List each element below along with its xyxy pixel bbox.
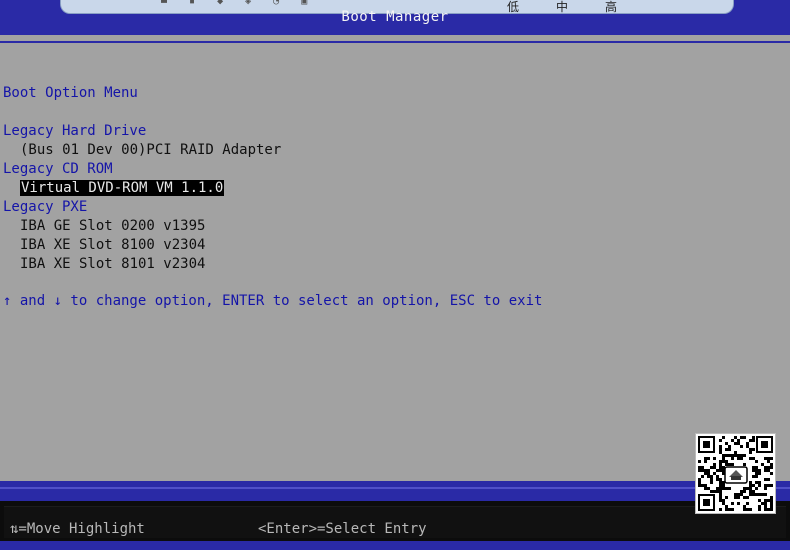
qr-code-graphic [696,434,775,513]
help-text: ↑ and ↓ to change option, ENTER to selec… [3,293,543,309]
group-legacy-pxe: Legacy PXE [3,199,88,215]
menu-title: Boot Option Menu [3,85,138,101]
boot-option-iba-ge-0200[interactable]: IBA GE Slot 0200 v1395 [3,217,281,236]
boot-option-raid-adapter[interactable]: (Bus 01 Dev 00)PCI RAID Adapter [3,141,281,160]
footer-stripe [0,487,790,489]
option-label: IBA GE Slot 0200 v1395 [20,218,206,234]
boot-option-iba-xe-8100[interactable]: IBA XE Slot 8100 v2304 [3,236,281,255]
move-highlight-hint: ⇅=Move Highlight [10,521,145,537]
selected-option-label: Virtual DVD-ROM VM 1.1.0 [20,180,225,196]
option-label: (Bus 01 Dev 00)PCI RAID Adapter [20,142,282,158]
select-entry-hint: <Enter>=Select Entry [258,521,427,537]
header-divider-2 [0,41,790,43]
header-band: ▬ ▪ ◆ ◈ ◔ ▣ 低 中 高 Boot Manager [0,0,790,33]
boot-option-iba-xe-8101[interactable]: IBA XE Slot 8101 v2304 [3,255,281,274]
footer-hint-bar: ⇅=Move Highlight <Enter>=Select Entry [0,501,790,541]
footer-band [0,481,790,501]
group-legacy-cd-rom: Legacy CD ROM [3,161,113,177]
page-title: Boot Manager [341,9,449,25]
option-label: IBA XE Slot 8101 v2304 [20,256,206,272]
boot-option-menu: Boot Option Menu Legacy Hard Drive (Bus … [3,84,281,274]
qr-code-icon [695,433,776,514]
footer-bottom-band [0,541,790,550]
option-label: IBA XE Slot 8100 v2304 [20,237,206,253]
toolbar-icons[interactable]: ▬ ▪ ◆ ◈ ◔ ▣ [161,0,315,7]
header-divider [0,33,790,35]
boot-option-virtual-dvd[interactable]: Virtual DVD-ROM VM 1.1.0 [3,179,281,198]
group-legacy-hard-drive: Legacy Hard Drive [3,123,147,139]
